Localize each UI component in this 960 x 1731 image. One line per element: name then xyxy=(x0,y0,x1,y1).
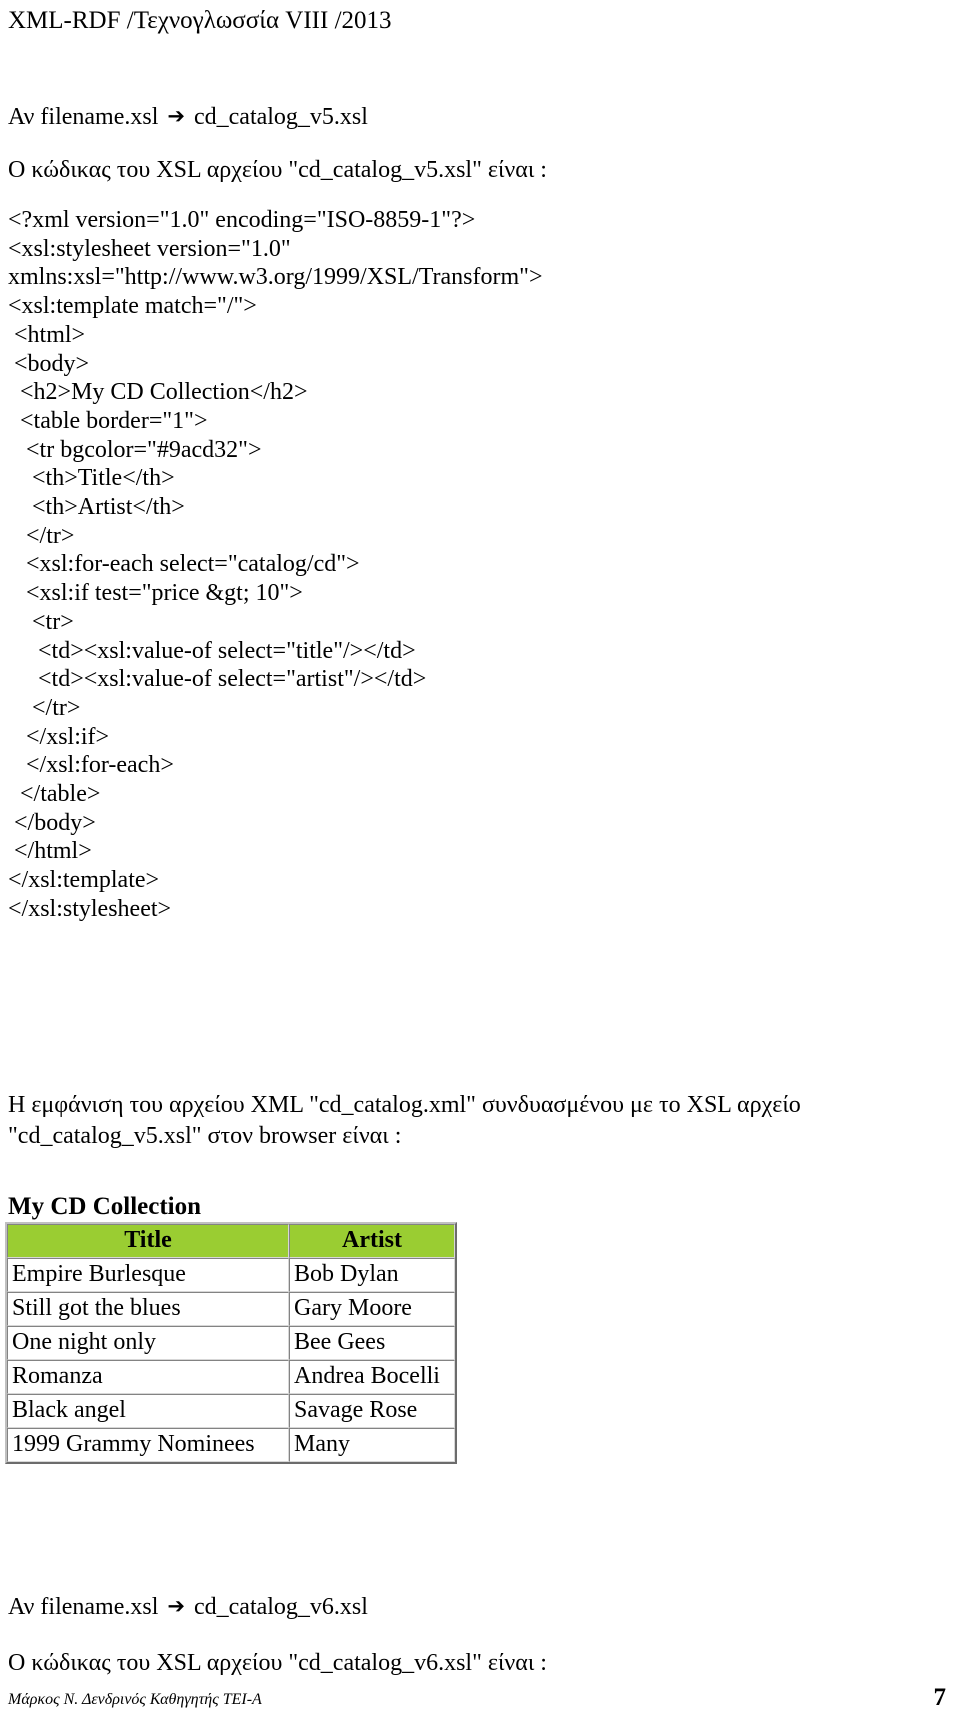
code-line: <body> xyxy=(8,350,90,377)
running-head: XML-RDF /Τεχνογλωσσία VIII /2013 xyxy=(8,7,392,34)
filename-line-bottom-prefix: Αν filename.xsl xyxy=(8,1594,165,1620)
cell-artist: Many xyxy=(289,1428,455,1462)
cd-collection-heading: My CD Collection xyxy=(8,1193,202,1220)
code-line: <html> xyxy=(8,321,86,348)
code-line: <tr> xyxy=(8,608,74,635)
filename-line-top: Αν filename.xsl ➔ cd_catalog_v5.xsl xyxy=(8,101,368,133)
code-line: <td><xsl:value-of select="artist"/></td> xyxy=(8,666,427,693)
code-line: <table border="1"> xyxy=(8,407,208,434)
cell-title: 1999 Grammy Nominees xyxy=(7,1428,289,1462)
filename-line-top-prefix: Αν filename.xsl xyxy=(8,104,165,130)
page-number: 7 xyxy=(933,1684,947,1711)
code-line: <th>Title</th> xyxy=(8,465,175,492)
right-arrow-icon: ➔ xyxy=(167,104,185,128)
code-line: </xsl:template> xyxy=(8,867,160,894)
code-line: <td><xsl:value-of select="title"/></td> xyxy=(8,637,416,664)
column-header-title: Title xyxy=(7,1224,289,1258)
code-line: </tr> xyxy=(8,522,75,549)
code-line: <?xml version="1.0" encoding="ISO-8859-1… xyxy=(8,207,476,233)
code-line: <xsl:template match="/"> xyxy=(8,293,257,320)
cd-collection-table-wrap: Title Artist Empire Burlesque Bob Dylan … xyxy=(5,1222,457,1464)
code-line: </xsl:for-each> xyxy=(8,752,174,779)
cd-collection-table: Title Artist Empire Burlesque Bob Dylan … xyxy=(5,1222,457,1464)
cell-artist: Gary Moore xyxy=(289,1292,455,1326)
cell-artist: Andrea Bocelli xyxy=(289,1360,455,1394)
code-line: <tr bgcolor="#9acd32"> xyxy=(8,436,262,463)
code-intro-bottom-paragraph: Ο κώδικας του XSL αρχείου "cd_catalog_v6… xyxy=(8,1650,547,1676)
cell-artist: Bee Gees xyxy=(289,1326,455,1360)
code-line: <th>Artist</th> xyxy=(8,494,185,521)
code-line: <xsl:if test="price &gt; 10"> xyxy=(8,580,303,607)
table-row: Black angel Savage Rose xyxy=(7,1394,455,1428)
render-intro-paragraph: Η εμφάνιση του αρχείου XML "cd_catalog.x… xyxy=(8,1092,807,1149)
code-intro-paragraph: Ο κώδικας του XSL αρχείου "cd_catalog_v5… xyxy=(8,157,547,183)
cell-title: One night only xyxy=(7,1326,289,1360)
cell-title: Empire Burlesque xyxy=(7,1258,289,1292)
cell-title: Black angel xyxy=(7,1394,289,1428)
code-line: </body> xyxy=(8,809,96,836)
code-line: </xsl:stylesheet> xyxy=(8,895,172,922)
table-row: Still got the blues Gary Moore xyxy=(7,1292,455,1326)
document-page: XML-RDF /Τεχνογλωσσία VIII /2013 Αν file… xyxy=(0,0,960,1731)
code-line: </table> xyxy=(8,781,101,808)
table-row: Romanza Andrea Bocelli xyxy=(7,1360,455,1394)
filename-line-top-value: cd_catalog_v5.xsl xyxy=(187,104,368,130)
table-row: One night only Bee Gees xyxy=(7,1326,455,1360)
code-line: </xsl:if> xyxy=(8,723,110,750)
code-line: <h2>My CD Collection</h2> xyxy=(8,379,308,406)
table-header-row: Title Artist xyxy=(7,1224,455,1258)
cell-title: Romanza xyxy=(7,1360,289,1394)
code-line: <xsl:for-each select="catalog/cd"> xyxy=(8,551,360,578)
table-row: Empire Burlesque Bob Dylan xyxy=(7,1258,455,1292)
xsl-code-listing: <?xml version="1.0" encoding="ISO-8859-1… xyxy=(8,206,948,924)
right-arrow-icon: ➔ xyxy=(167,1594,185,1618)
code-line: </html> xyxy=(8,838,92,865)
cell-artist: Bob Dylan xyxy=(289,1258,455,1292)
cell-artist: Savage Rose xyxy=(289,1394,455,1428)
footer-author-note: Μάρκος Ν. Δενδρινός Καθηγητής ΤΕΙ-Α xyxy=(8,1691,262,1708)
code-line: </tr> xyxy=(8,694,81,721)
column-header-artist: Artist xyxy=(289,1224,455,1258)
filename-line-bottom-value: cd_catalog_v6.xsl xyxy=(187,1594,368,1620)
filename-line-bottom: Αν filename.xsl ➔ cd_catalog_v6.xsl xyxy=(8,1591,368,1623)
cell-title: Still got the blues xyxy=(7,1292,289,1326)
code-line: <xsl:stylesheet version="1.0" xyxy=(8,235,291,262)
code-line: xmlns:xsl="http://www.w3.org/1999/XSL/Tr… xyxy=(8,264,543,291)
table-row: 1999 Grammy Nominees Many xyxy=(7,1428,455,1462)
